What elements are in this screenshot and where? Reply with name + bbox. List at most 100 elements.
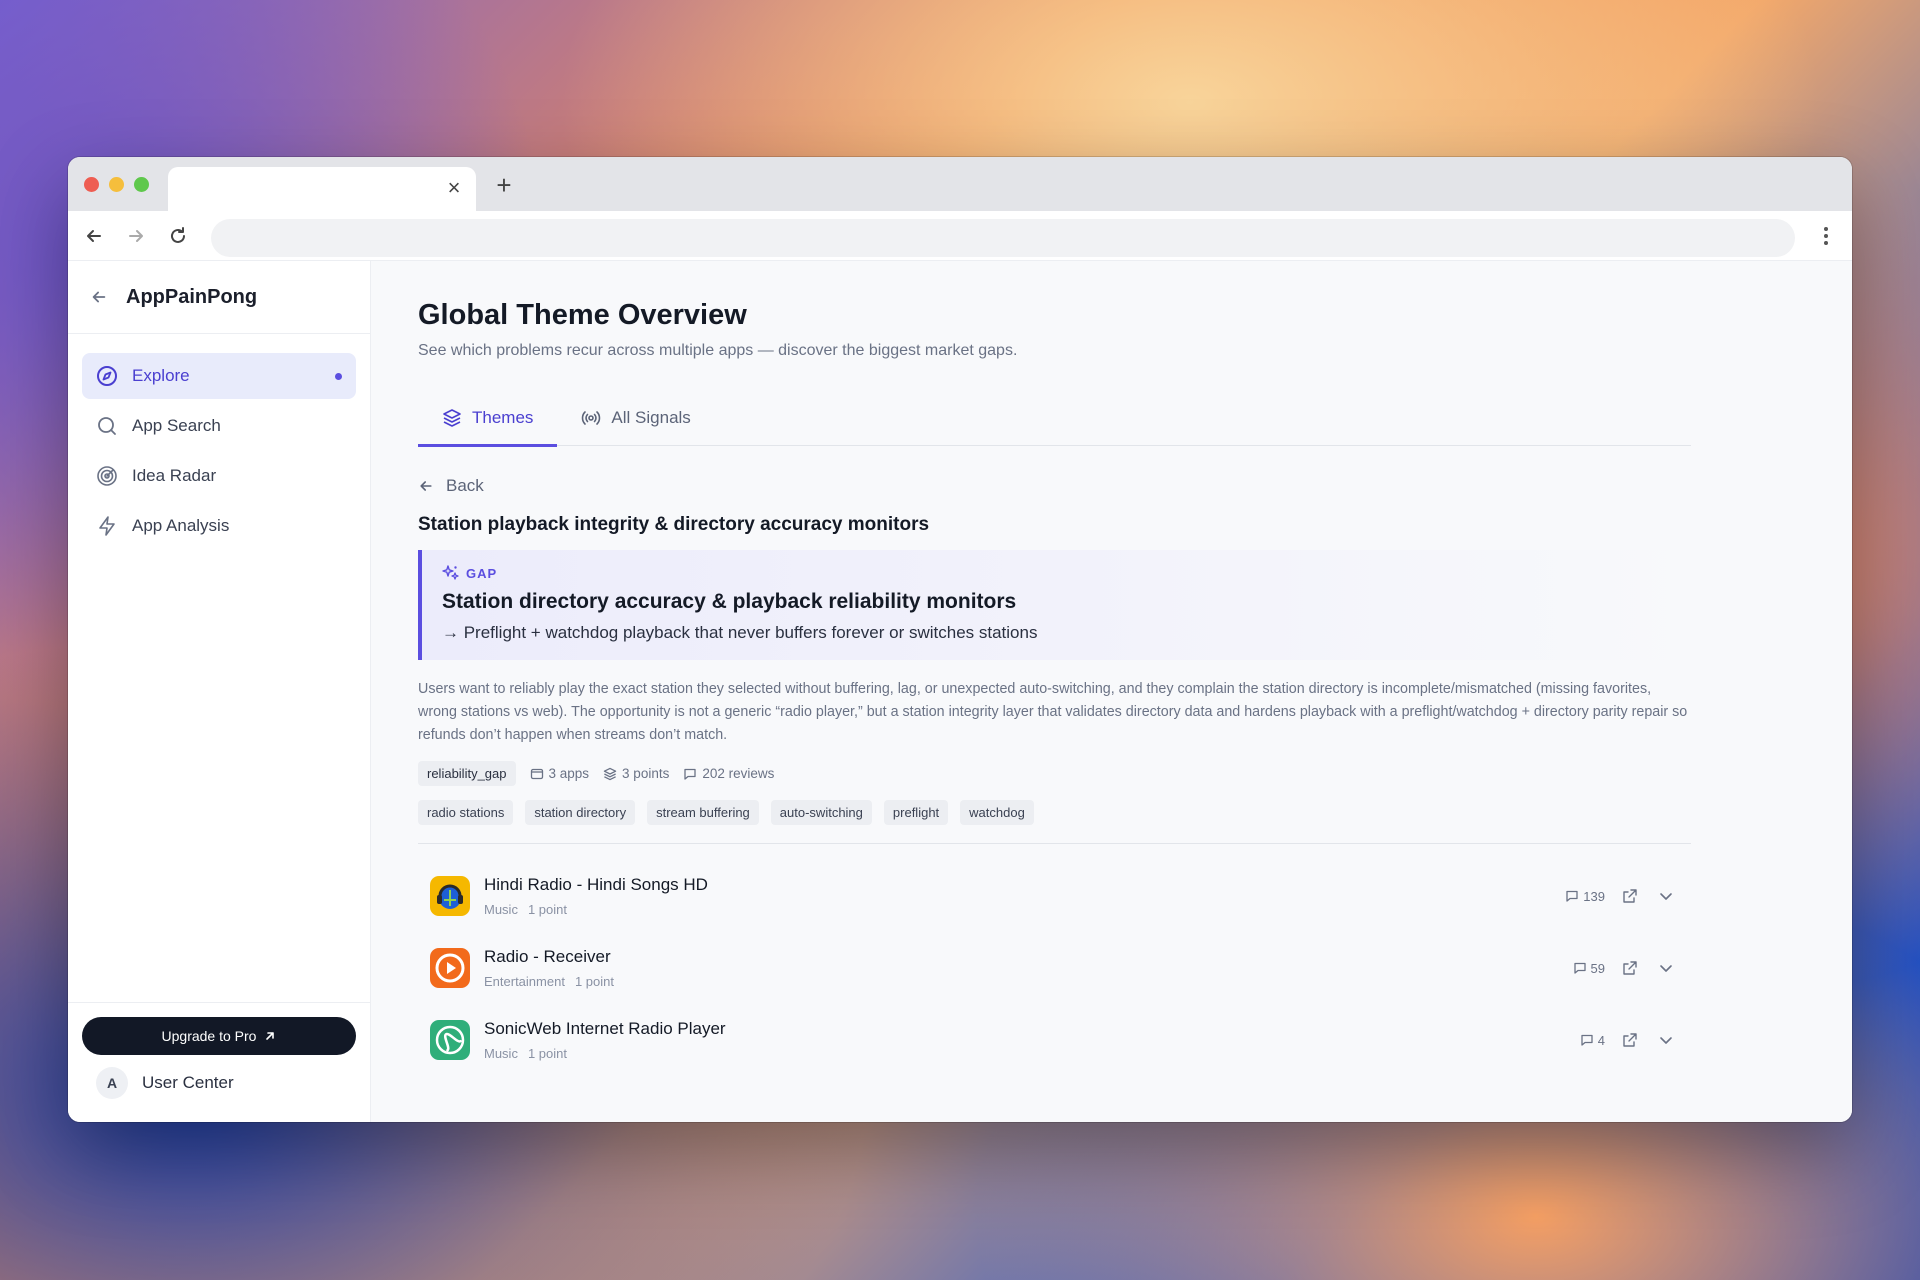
app-points: 1 point bbox=[527, 902, 567, 917]
gap-label: GAP bbox=[442, 564, 1671, 582]
category-chip: reliability_gap bbox=[418, 761, 516, 786]
app-list-item[interactable]: Radio - Receiver Entertainment 1 point 5… bbox=[418, 932, 1691, 1004]
search-icon bbox=[96, 415, 118, 437]
app-category: Music bbox=[484, 1046, 518, 1061]
external-link-icon[interactable] bbox=[1619, 885, 1641, 907]
forward-arrow-icon[interactable] bbox=[122, 222, 150, 250]
keyword-tag[interactable]: station directory bbox=[525, 800, 636, 825]
review-count: 59 bbox=[1549, 961, 1605, 976]
back-arrow-icon[interactable] bbox=[80, 222, 108, 250]
close-window-button[interactable] bbox=[84, 177, 99, 192]
sidebar-item-idea-radar[interactable]: Idea Radar bbox=[82, 453, 356, 499]
main-content: Global Theme Overview See which problems… bbox=[371, 261, 1852, 1122]
user-center-link[interactable]: A User Center bbox=[82, 1067, 356, 1099]
sidebar-item-label: Explore bbox=[132, 366, 190, 385]
apps-count-label: 3 apps bbox=[548, 766, 590, 781]
wave-app-icon bbox=[430, 1020, 470, 1060]
browser-menu-icon[interactable] bbox=[1816, 224, 1836, 248]
browser-window: × + AppPainPong Explore App Search Idea … bbox=[68, 157, 1852, 1122]
upgrade-label: Upgrade to Pro bbox=[161, 1028, 257, 1044]
window-controls bbox=[84, 177, 149, 192]
sparkles-icon bbox=[442, 564, 460, 582]
radio-app-icon bbox=[430, 876, 470, 916]
keyword-tag[interactable]: auto-switching bbox=[770, 800, 872, 825]
broadcast-icon bbox=[581, 408, 601, 428]
sidebar-item-app-analysis[interactable]: App Analysis bbox=[82, 503, 356, 549]
layers-icon bbox=[442, 408, 462, 428]
tab-all-signals[interactable]: All Signals bbox=[557, 390, 714, 446]
gap-subtitle: → Preflight + watchdog playback that nev… bbox=[442, 623, 1038, 642]
back-arrow-icon[interactable] bbox=[90, 287, 110, 307]
points-count-label: 3 points bbox=[622, 766, 670, 781]
reload-icon[interactable] bbox=[164, 222, 192, 250]
browser-toolbar bbox=[68, 211, 1852, 261]
keyword-tag[interactable]: watchdog bbox=[960, 800, 1034, 825]
upgrade-button[interactable]: Upgrade to Pro bbox=[82, 1017, 356, 1055]
app-brand-name: AppPainPong bbox=[126, 285, 258, 308]
app-category: Music bbox=[484, 902, 518, 917]
external-link-icon[interactable] bbox=[1619, 957, 1641, 979]
tab-label: All Signals bbox=[611, 408, 691, 427]
app-list-item[interactable]: Hindi Radio - Hindi Songs HD Music 1 poi… bbox=[418, 860, 1691, 932]
chevron-down-icon[interactable] bbox=[1655, 1029, 1677, 1051]
theme-description: Users want to reliably play the exact st… bbox=[418, 681, 1688, 743]
sidebar-footer: Upgrade to Pro A User Center bbox=[68, 1002, 370, 1122]
review-count: 4 bbox=[1549, 1033, 1605, 1048]
back-label: Back bbox=[446, 476, 484, 495]
layers-icon bbox=[603, 767, 617, 780]
page-title: Global Theme Overview bbox=[418, 299, 747, 331]
sidebar-item-explore[interactable]: Explore bbox=[82, 353, 356, 399]
sidebar-item-label: Idea Radar bbox=[132, 466, 217, 485]
sidebar-header: AppPainPong bbox=[68, 261, 370, 334]
active-indicator-dot bbox=[335, 373, 342, 380]
back-arrow-icon bbox=[418, 477, 436, 495]
radar-icon bbox=[96, 465, 118, 487]
maximize-window-button[interactable] bbox=[134, 177, 149, 192]
app-points: 1 point bbox=[574, 974, 614, 989]
sidebar-item-app-search[interactable]: App Search bbox=[82, 403, 356, 449]
back-link[interactable]: Back bbox=[418, 476, 1691, 496]
keyword-tag[interactable]: stream buffering bbox=[647, 800, 759, 825]
app-list-item[interactable]: SonicWeb Internet Radio Player Music 1 p… bbox=[418, 1004, 1691, 1076]
external-link-icon[interactable] bbox=[1619, 1029, 1641, 1051]
lightning-icon bbox=[96, 515, 118, 537]
app-name: SonicWeb Internet Radio Player bbox=[484, 1019, 726, 1038]
app-name: Hindi Radio - Hindi Songs HD bbox=[484, 875, 708, 894]
compass-icon bbox=[96, 365, 118, 387]
sidebar-item-label: App Analysis bbox=[132, 516, 230, 535]
points-count: 3 points bbox=[603, 766, 669, 781]
sidebar: AppPainPong Explore App Search Idea Rada… bbox=[68, 261, 371, 1122]
reviews-count: 202 reviews bbox=[683, 766, 774, 781]
page-subtitle: See which problems recur across multiple… bbox=[418, 342, 1018, 359]
gap-tag-text: GAP bbox=[466, 565, 498, 581]
gap-title: Station directory accuracy & playback re… bbox=[442, 590, 1017, 613]
window-icon bbox=[530, 768, 543, 779]
chevron-down-icon[interactable] bbox=[1655, 957, 1677, 979]
keyword-tag[interactable]: preflight bbox=[883, 800, 949, 825]
avatar: A bbox=[96, 1067, 128, 1099]
browser-tab-bar: × + bbox=[68, 157, 1852, 211]
play-app-icon bbox=[430, 948, 470, 988]
app-list: Hindi Radio - Hindi Songs HD Music 1 poi… bbox=[418, 860, 1691, 1076]
theme-meta: reliability_gap 3 apps 3 points 202 revi… bbox=[418, 761, 1691, 786]
comment-icon bbox=[684, 768, 696, 780]
review-count: 139 bbox=[1549, 889, 1605, 904]
app-points: 1 point bbox=[527, 1046, 567, 1061]
browser-tab[interactable]: × bbox=[168, 167, 476, 211]
minimize-window-button[interactable] bbox=[109, 177, 124, 192]
tab-themes[interactable]: Themes bbox=[418, 390, 558, 447]
keyword-tags: radio stations station directory stream … bbox=[418, 800, 1691, 844]
user-center-label: User Center bbox=[142, 1073, 234, 1092]
reviews-count-label: 202 reviews bbox=[702, 766, 775, 781]
comment-icon bbox=[1573, 962, 1586, 974]
close-tab-icon[interactable]: × bbox=[442, 176, 466, 200]
chevron-down-icon[interactable] bbox=[1655, 885, 1677, 907]
new-tab-icon[interactable]: + bbox=[490, 171, 518, 199]
comment-icon bbox=[1581, 1034, 1593, 1046]
address-bar[interactable] bbox=[211, 219, 1795, 257]
tab-bar: Themes All Signals bbox=[418, 390, 1691, 447]
sidebar-item-label: App Search bbox=[132, 416, 221, 435]
review-count-value: 59 bbox=[1590, 960, 1605, 976]
keyword-tag[interactable]: radio stations bbox=[418, 800, 514, 825]
tab-label: Themes bbox=[472, 408, 534, 427]
